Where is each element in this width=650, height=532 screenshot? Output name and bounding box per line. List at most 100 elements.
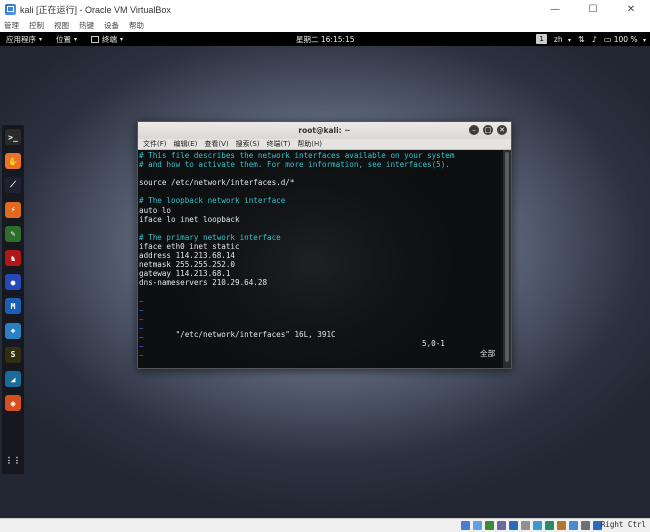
- menu-view[interactable]: 视图: [54, 20, 69, 31]
- code-line: auto lo: [139, 205, 172, 215]
- terminal-app-menu[interactable]: 终端 ▾: [91, 34, 123, 45]
- terminal-window[interactable]: root@kali: ~ – □ ✕ 文件(F) 编辑(E) 查看(V) 搜索(…: [137, 121, 512, 369]
- maximize-button[interactable]: ☐: [574, 0, 612, 19]
- terminal-app-label: 终端: [102, 34, 118, 44]
- wireshark-icon[interactable]: ◢: [5, 371, 21, 387]
- terminal-menu-view[interactable]: 查看(V): [204, 139, 228, 149]
- code-line: # The loopback network interface: [139, 196, 286, 206]
- host-titlebar: kali [正在运行] - Oracle VM VirtualBox — ☐ ✕: [0, 0, 650, 19]
- burpsuite-icon[interactable]: ✋: [5, 153, 21, 170]
- battery-indicator[interactable]: ▭ 100 % ▾: [604, 35, 646, 44]
- device-status-icon[interactable]: [485, 521, 494, 530]
- menu-devices[interactable]: 设备: [104, 20, 119, 31]
- code-line: iface lo inet loopback: [139, 214, 240, 224]
- battery-icon: ▭: [603, 34, 612, 44]
- device-status-icon[interactable]: [461, 521, 470, 530]
- code-line: # This file describes the network interf…: [139, 151, 455, 160]
- menu-help[interactable]: 帮助: [129, 20, 144, 31]
- device-status-icons: [461, 521, 602, 530]
- terminal-menubar: 文件(F) 编辑(E) 查看(V) 搜索(S) 终端(T) 帮助(H): [138, 139, 511, 150]
- host-key-label: Right Ctrl: [600, 520, 646, 529]
- vim-status-file: "/etc/network/interfaces" 16L, 391C: [175, 330, 336, 339]
- device-status-icon[interactable]: [521, 521, 530, 530]
- vim-cursor-position: 5,0-1: [422, 339, 445, 348]
- terminal-scrollbar[interactable]: [503, 150, 511, 368]
- code-line: # and how to activate them. For more inf…: [139, 160, 450, 170]
- chevron-down-icon: ▾: [567, 36, 571, 44]
- applications-label: 应用程序: [6, 34, 36, 44]
- host-window-title: kali [正在运行] - Oracle VM VirtualBox: [20, 5, 171, 15]
- device-status-icon[interactable]: [581, 521, 590, 530]
- device-status-icon[interactable]: [473, 521, 482, 530]
- faraday-icon[interactable]: ♞: [5, 250, 21, 266]
- places-menu[interactable]: 位置 ▾: [56, 34, 77, 45]
- network-icon: ⇅: [578, 34, 585, 44]
- clock[interactable]: 星期二 16:15:15: [296, 34, 355, 45]
- vim-scroll-position: 全部: [480, 349, 496, 358]
- burp-icon[interactable]: ⚡: [5, 201, 21, 218]
- terminal-minimize-button[interactable]: –: [469, 125, 479, 135]
- terminal-menu-help[interactable]: 帮助(H): [297, 139, 322, 149]
- code-line: iface eth0 inet static: [139, 241, 240, 251]
- virtualbox-icon: [5, 4, 16, 15]
- vim-empty-line: ~: [139, 305, 144, 315]
- menu-hotkeys[interactable]: 热键: [79, 20, 94, 31]
- menu-manage[interactable]: 管理: [4, 20, 19, 31]
- show-apps-icon[interactable]: ⋮⋮: [5, 452, 21, 468]
- terminal-icon: [91, 35, 100, 43]
- device-status-icon[interactable]: [497, 521, 506, 530]
- terminal-title: root@kali: ~: [298, 126, 351, 135]
- cherrytree-icon[interactable]: ◉: [5, 395, 21, 412]
- leafpad-icon[interactable]: ✎: [5, 225, 21, 242]
- volume-icon: ♪: [591, 34, 597, 44]
- terminal-menu-edit[interactable]: 编辑(E): [174, 139, 198, 149]
- terminal-menu-file[interactable]: 文件(F): [143, 139, 167, 149]
- workspace-indicator[interactable]: 1: [536, 34, 547, 44]
- device-status-icon[interactable]: [557, 521, 566, 530]
- host-statusbar: Right Ctrl: [0, 518, 650, 532]
- guest-desktop: 应用程序 ▾ 位置 ▾ 终端 ▾ 星期二 16:15:15 1 zh ▾ ⇅ ♪…: [0, 32, 650, 518]
- close-button[interactable]: ✕: [612, 0, 650, 19]
- terminal-menu-terminal[interactable]: 终端(T): [267, 139, 291, 149]
- terminal-menu-search[interactable]: 搜索(S): [236, 139, 260, 149]
- vim-status-line: "/etc/network/interfaces" 16L, 391C 5,0-…: [139, 321, 496, 366]
- battery-label: 100 %: [613, 34, 638, 44]
- input-method-indicator[interactable]: zh ▾: [554, 35, 571, 44]
- minimize-button[interactable]: —: [536, 0, 574, 19]
- armitage-icon[interactable]: ⟋: [5, 177, 21, 194]
- owasp-zap-icon[interactable]: ◈: [5, 322, 21, 339]
- terminal-maximize-button[interactable]: □: [483, 125, 493, 135]
- scrollbar-thumb[interactable]: [505, 152, 509, 362]
- chevron-down-icon: ▾: [74, 35, 78, 43]
- sqlmap-icon[interactable]: S: [5, 346, 21, 363]
- places-label: 位置: [56, 34, 72, 44]
- terminal-content[interactable]: # This file describes the network interf…: [138, 150, 503, 368]
- terminal-icon[interactable]: >_: [5, 129, 21, 145]
- chevron-down-icon: ▾: [120, 35, 124, 43]
- code-line: address 114.213.68.14: [139, 251, 236, 261]
- chevron-down-icon: ▾: [39, 35, 43, 43]
- applications-menu[interactable]: 应用程序 ▾: [6, 34, 42, 45]
- code-line: # The primary network interface: [139, 232, 281, 242]
- host-menubar: 管理 控制 视图 热键 设备 帮助: [0, 19, 650, 32]
- device-status-icon[interactable]: [569, 521, 578, 530]
- device-status-icon[interactable]: [545, 521, 554, 530]
- dock: >_ ✋ ⟋ ⚡ ✎ ♞ ● M ◈ S ◢ ◉ ⋮⋮: [2, 125, 24, 474]
- maltego-icon[interactable]: ●: [5, 274, 21, 291]
- terminal-close-button[interactable]: ✕: [497, 125, 507, 135]
- code-line: gateway 114.213.68.1: [139, 269, 231, 279]
- gnome-top-bar: 应用程序 ▾ 位置 ▾ 终端 ▾ 星期二 16:15:15 1 zh ▾ ⇅ ♪…: [0, 32, 650, 46]
- code-line: netmask 255.255.252.0: [139, 260, 236, 270]
- metasploit-icon[interactable]: M: [5, 298, 21, 315]
- menu-control[interactable]: 控制: [29, 20, 44, 31]
- device-status-icon[interactable]: [533, 521, 542, 530]
- vim-empty-line: ~: [139, 296, 144, 306]
- chevron-down-icon: ▾: [642, 36, 646, 44]
- device-status-icon[interactable]: [509, 521, 518, 530]
- input-method-label: zh: [553, 34, 563, 44]
- terminal-titlebar[interactable]: root@kali: ~ – □ ✕: [138, 122, 511, 139]
